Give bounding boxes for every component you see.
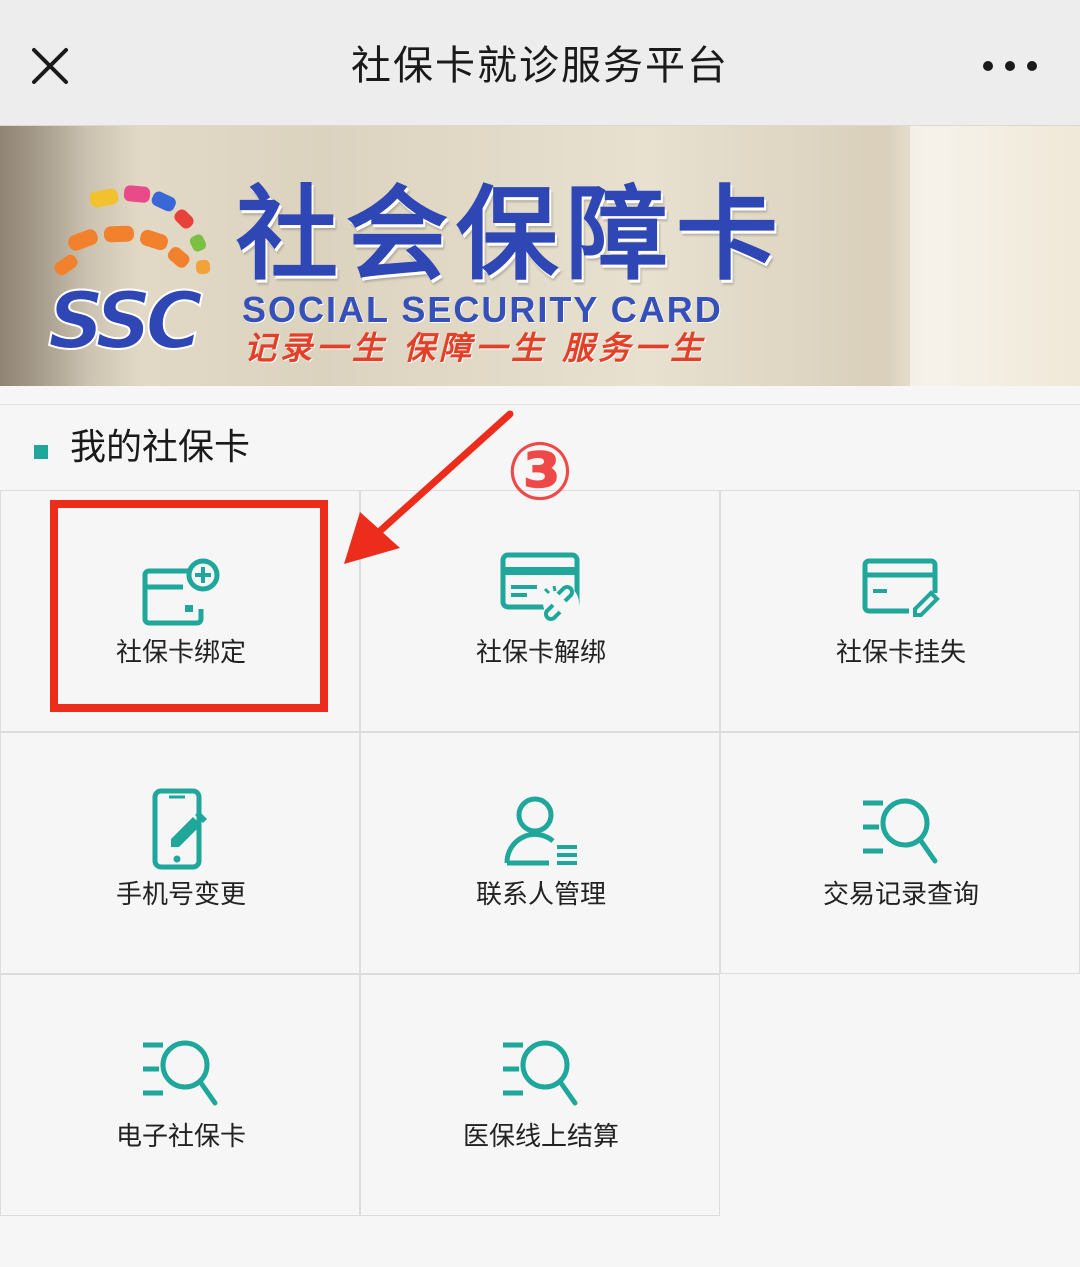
card-add-icon xyxy=(142,558,220,626)
card-report-loss-icon xyxy=(862,558,940,617)
service-label: 医保线上结算 xyxy=(462,1122,619,1152)
ssc-logo-text: SSC xyxy=(48,277,203,360)
banner-background-panel xyxy=(910,126,1080,386)
ssc-logo: SSC xyxy=(48,185,211,360)
card-unlink-icon xyxy=(500,552,580,621)
service-grid: 社保卡绑定 社保卡解绑 社保卡挂失 手机号变更 联系人管理 交易记录查询 电子社… xyxy=(0,490,1080,1216)
close-button[interactable] xyxy=(22,38,78,94)
service-phone-change[interactable]: 手机号变更 xyxy=(0,732,360,974)
search-list-icon xyxy=(143,1040,218,1106)
service-transaction-query[interactable]: 交易记录查询 xyxy=(720,732,1080,974)
service-label: 社保卡挂失 xyxy=(835,638,966,668)
step-number: ③ xyxy=(506,425,574,518)
section-title: 我的社保卡 xyxy=(70,427,251,468)
service-label: 手机号变更 xyxy=(115,880,246,910)
search-list-icon xyxy=(503,1040,578,1106)
service-e-card[interactable]: 电子社保卡 xyxy=(0,974,360,1216)
banner-slogan: 记录一生 保障一生 服务一生 xyxy=(244,329,707,367)
service-label: 联系人管理 xyxy=(475,880,606,910)
search-list-icon xyxy=(863,798,938,864)
service-label: 社保卡绑定 xyxy=(115,638,246,668)
navbar: 社保卡就诊服务平台 xyxy=(0,0,1080,126)
page-title: 社保卡就诊服务平台 xyxy=(351,43,729,89)
service-card-unbind[interactable]: 社保卡解绑 xyxy=(360,490,720,732)
service-label: 电子社保卡 xyxy=(115,1122,246,1152)
service-online-settlement[interactable]: 医保线上结算 xyxy=(360,974,720,1216)
section-marker xyxy=(34,445,48,459)
more-icon xyxy=(983,61,1037,71)
more-button[interactable] xyxy=(980,50,1044,82)
contact-manage-icon xyxy=(504,796,577,866)
banner-subtitle-en: SOCIAL SECURITY CARD xyxy=(242,289,723,330)
service-label: 社保卡解绑 xyxy=(475,638,606,668)
phone-edit-icon xyxy=(152,788,207,870)
banner[interactable]: SSC 社会保障卡 SOCIAL SECURITY CARD 记录一生 保障一生… xyxy=(0,126,1080,386)
service-label: 交易记录查询 xyxy=(822,880,979,910)
close-icon xyxy=(32,48,68,84)
banner-title: 社会保障卡 xyxy=(236,176,786,295)
service-card-report-loss[interactable]: 社保卡挂失 xyxy=(720,490,1080,732)
service-contact-manage[interactable]: 联系人管理 xyxy=(360,732,720,974)
service-card-bind[interactable]: 社保卡绑定 xyxy=(0,490,360,732)
